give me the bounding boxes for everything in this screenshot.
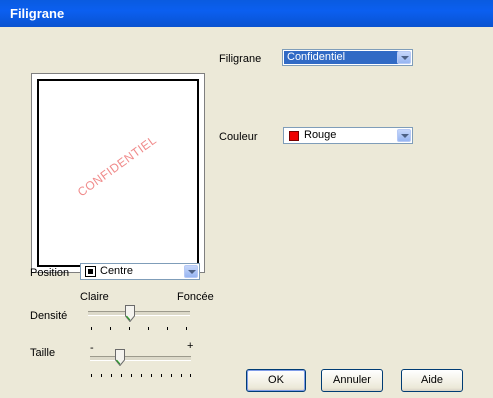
watermark-selected: Confidentiel bbox=[284, 51, 403, 64]
color-select[interactable]: Rouge bbox=[283, 127, 413, 144]
center-position-icon bbox=[85, 266, 96, 277]
watermark-label: Filigrane bbox=[219, 53, 262, 65]
density-ticks bbox=[91, 327, 191, 333]
color-swatch-icon bbox=[289, 131, 299, 141]
density-slider-thumb[interactable] bbox=[125, 305, 135, 322]
window-title: Filigrane bbox=[10, 6, 65, 21]
position-select[interactable]: Centre bbox=[80, 263, 200, 280]
title-bar: Filigrane bbox=[0, 0, 493, 27]
preview-frame: CONFIDENTIEL bbox=[31, 73, 205, 273]
color-selected: Rouge bbox=[304, 129, 337, 141]
size-label: Taille bbox=[30, 347, 56, 359]
position-selected: Centre bbox=[100, 265, 134, 277]
dialog-body: CONFIDENTIEL Filigrane Confidentiel Coul… bbox=[0, 27, 493, 398]
density-max-label: Foncée bbox=[177, 291, 214, 303]
size-slider-track[interactable] bbox=[90, 356, 191, 361]
ok-button[interactable]: OK bbox=[246, 369, 306, 392]
cancel-button[interactable]: Annuler bbox=[321, 369, 383, 392]
chevron-down-icon[interactable] bbox=[397, 129, 411, 142]
color-label: Couleur bbox=[219, 131, 258, 143]
size-ticks bbox=[91, 374, 191, 380]
size-slider-thumb[interactable] bbox=[115, 349, 125, 366]
density-slider-track[interactable] bbox=[88, 311, 190, 316]
preview-page: CONFIDENTIEL bbox=[37, 79, 199, 267]
chevron-down-icon[interactable] bbox=[397, 51, 411, 64]
density-min-label: Claire bbox=[80, 291, 109, 303]
density-label: Densité bbox=[30, 310, 68, 322]
size-min-label: - bbox=[90, 342, 94, 354]
preview-watermark-text: CONFIDENTIEL bbox=[74, 132, 160, 200]
chevron-down-icon[interactable] bbox=[184, 265, 198, 278]
watermark-select[interactable]: Confidentiel bbox=[282, 49, 413, 66]
position-label: Position bbox=[30, 267, 70, 279]
help-button[interactable]: Aide bbox=[401, 369, 463, 392]
size-max-label: + bbox=[187, 340, 194, 352]
